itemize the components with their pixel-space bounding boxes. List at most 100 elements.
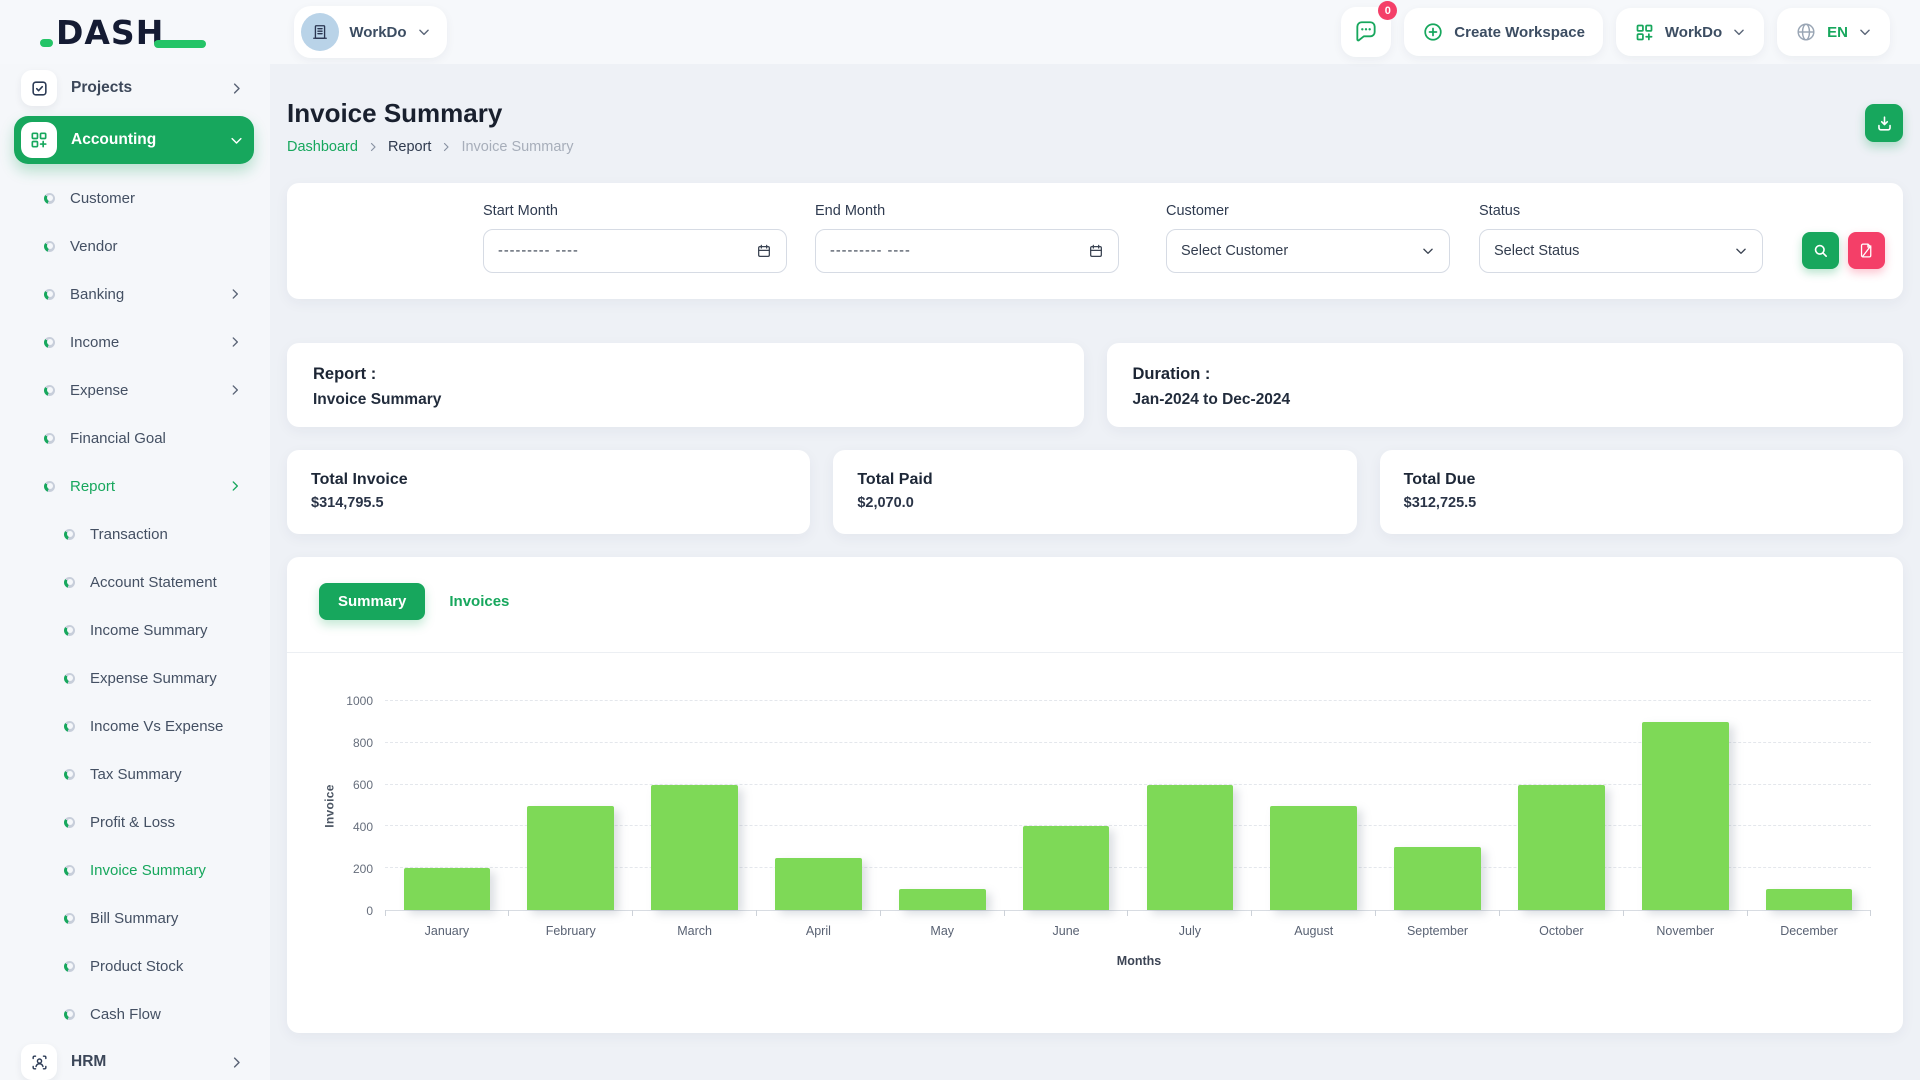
chart-bar-slot (385, 701, 509, 910)
tab-invoices[interactable]: Invoices (434, 583, 524, 620)
chart-bar-december[interactable] (1766, 889, 1853, 910)
workdo-menu-button[interactable]: WorkDo (1616, 8, 1764, 56)
sidebar-item-income-summary[interactable]: Income Summary (14, 606, 254, 654)
workspace-name: WorkDo (349, 24, 406, 41)
chevron-right-icon (440, 141, 452, 153)
sidebar-item-tax-summary[interactable]: Tax Summary (14, 750, 254, 798)
search-button[interactable] (1802, 232, 1839, 269)
end-month-label: End Month (815, 203, 1119, 219)
chart-bar-march[interactable] (651, 785, 738, 910)
notification-badge: 0 (1378, 1, 1397, 20)
chart-y-tick-label: 600 (353, 778, 373, 792)
customer-select[interactable]: Select Customer (1166, 229, 1450, 273)
workspace-avatar (301, 13, 339, 51)
report-card-title: Report : (313, 365, 1058, 384)
sidebar-item-hrm[interactable]: HRM (14, 1038, 254, 1080)
report-card: Report : Invoice Summary (287, 343, 1084, 427)
sidebar-item-report[interactable]: Report (14, 462, 254, 510)
chevron-down-icon (1421, 244, 1435, 258)
chart-y-tick-label: 800 (353, 736, 373, 750)
chart-bar-slot (509, 701, 633, 910)
breadcrumb-report[interactable]: Report (388, 139, 432, 155)
chart-bar-july[interactable] (1147, 785, 1234, 910)
calendar-icon[interactable] (1088, 243, 1104, 259)
sidebar-item-expense-summary[interactable]: Expense Summary (14, 654, 254, 702)
create-workspace-button[interactable]: Create Workspace (1404, 8, 1603, 56)
sidebar-item-financial-goal[interactable]: Financial Goal (14, 414, 254, 462)
chart-bar-february[interactable] (527, 806, 614, 911)
stat-value: $314,795.5 (311, 495, 786, 511)
chart-x-tick-label: June (1004, 924, 1128, 938)
sidebar-item-income-vs-expense[interactable]: Income Vs Expense (14, 702, 254, 750)
messages-button[interactable]: 0 (1341, 7, 1391, 57)
end-month-value: --------- ---- (830, 243, 911, 259)
sidebar-item-transaction[interactable]: Transaction (14, 510, 254, 558)
reset-button[interactable] (1848, 232, 1885, 269)
chart-bar-june[interactable] (1023, 826, 1110, 910)
chart-x-axis-title: Months (341, 954, 1871, 968)
chart-x-tick-label: September (1376, 924, 1500, 938)
status-select-value: Select Status (1494, 243, 1579, 259)
chart-bar-slot (756, 701, 880, 910)
bullet-icon (44, 385, 55, 396)
chart-bar-may[interactable] (899, 889, 986, 910)
duration-card-value: Jan-2024 to Dec-2024 (1133, 391, 1878, 409)
plus-circle-icon (1422, 21, 1444, 43)
bullet-icon (64, 577, 75, 588)
sidebar-item-cash-flow[interactable]: Cash Flow (14, 990, 254, 1038)
breadcrumb-dashboard[interactable]: Dashboard (287, 139, 358, 155)
create-workspace-label: Create Workspace (1454, 24, 1585, 41)
sidebar-item-account-statement[interactable]: Account Statement (14, 558, 254, 606)
chart-bar-january[interactable] (404, 868, 491, 910)
sidebar-item-product-stock[interactable]: Product Stock (14, 942, 254, 990)
sidebar-item-expense[interactable]: Expense (14, 366, 254, 414)
sidebar-item-profit-loss[interactable]: Profit & Loss (14, 798, 254, 846)
chart-bar-slot (1747, 701, 1871, 910)
bullet-icon (64, 673, 75, 684)
language-button[interactable]: EN (1777, 8, 1890, 56)
accounting-icon (21, 122, 57, 158)
search-icon (1812, 242, 1829, 259)
sidebar-item-accounting[interactable]: Accounting (14, 116, 254, 164)
sidebar-item-label: HRM (71, 1053, 215, 1071)
start-month-value: --------- ---- (498, 243, 579, 259)
chevron-right-icon (229, 81, 244, 96)
sidebar-item-vendor[interactable]: Vendor (14, 222, 254, 270)
status-select[interactable]: Select Status (1479, 229, 1763, 273)
sidebar-item-bill-summary[interactable]: Bill Summary (14, 894, 254, 942)
chart-bar-august[interactable] (1270, 806, 1357, 911)
tab-summary[interactable]: Summary (319, 583, 425, 620)
building-icon (310, 22, 330, 42)
total-due-card: Total Due $312,725.5 (1380, 450, 1903, 534)
workspace-switcher[interactable]: WorkDo (294, 6, 446, 58)
sidebar-item-customer[interactable]: Customer (14, 174, 254, 222)
chevron-right-icon (228, 479, 242, 493)
bullet-icon (44, 241, 55, 252)
sidebar-item-banking[interactable]: Banking (14, 270, 254, 318)
chart-bar-november[interactable] (1642, 722, 1729, 910)
chart-bars (385, 701, 1871, 910)
checkbox-icon (21, 70, 57, 106)
chart-bar-october[interactable] (1518, 785, 1605, 910)
end-month-input[interactable]: --------- ---- (815, 229, 1119, 273)
chart-y-tick-label: 1000 (346, 694, 373, 708)
chevron-down-icon (1732, 25, 1746, 39)
start-month-input[interactable]: --------- ---- (483, 229, 787, 273)
sidebar-item-invoice-summary[interactable]: Invoice Summary (14, 846, 254, 894)
chart-bar-september[interactable] (1394, 847, 1481, 910)
calendar-icon[interactable] (756, 243, 772, 259)
sidebar-item-income[interactable]: Income (14, 318, 254, 366)
chart-x-tick-label: March (633, 924, 757, 938)
chart-x-tick-label: October (1499, 924, 1623, 938)
bullet-icon (64, 817, 75, 828)
chart-bar-slot (633, 701, 757, 910)
logo-dash-accent (154, 40, 206, 48)
chart-x-tick-label: February (509, 924, 633, 938)
dash-logo[interactable]: DASH (40, 13, 198, 52)
chart-x-tick-label: April (756, 924, 880, 938)
chart-x-tick-label: August (1252, 924, 1376, 938)
main-content: Invoice Summary Dashboard Report Invoice… (270, 64, 1920, 1080)
download-button[interactable] (1865, 104, 1903, 142)
sidebar-item-projects[interactable]: Projects (14, 64, 254, 112)
chart-bar-april[interactable] (775, 858, 862, 910)
